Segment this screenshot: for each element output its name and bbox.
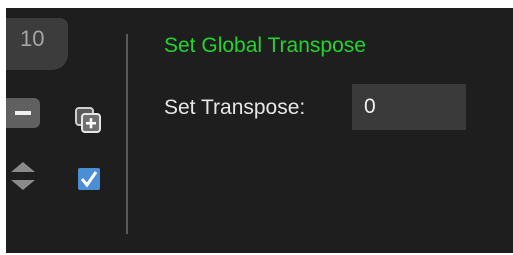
checkmark-icon — [80, 171, 98, 188]
remove-step-button[interactable] — [6, 98, 40, 128]
duplicate-step-button[interactable] — [74, 106, 102, 134]
reorder-handle[interactable] — [11, 158, 35, 198]
enabled-checkbox[interactable] — [78, 168, 100, 190]
set-transpose-label: Set Transpose: — [164, 96, 306, 119]
step-number-tab: 10 — [6, 18, 68, 70]
vertical-divider — [126, 34, 128, 234]
move-up-arrow-icon — [11, 162, 35, 172]
duplicate-plus-icon — [75, 107, 101, 133]
step-number: 10 — [20, 26, 45, 51]
step-editor: 10 Set Global Transpose Set Transpose: — [6, 8, 513, 253]
move-down-arrow-icon — [11, 180, 35, 190]
transpose-input[interactable] — [352, 84, 466, 130]
panel-title: Set Global Transpose — [164, 34, 366, 57]
